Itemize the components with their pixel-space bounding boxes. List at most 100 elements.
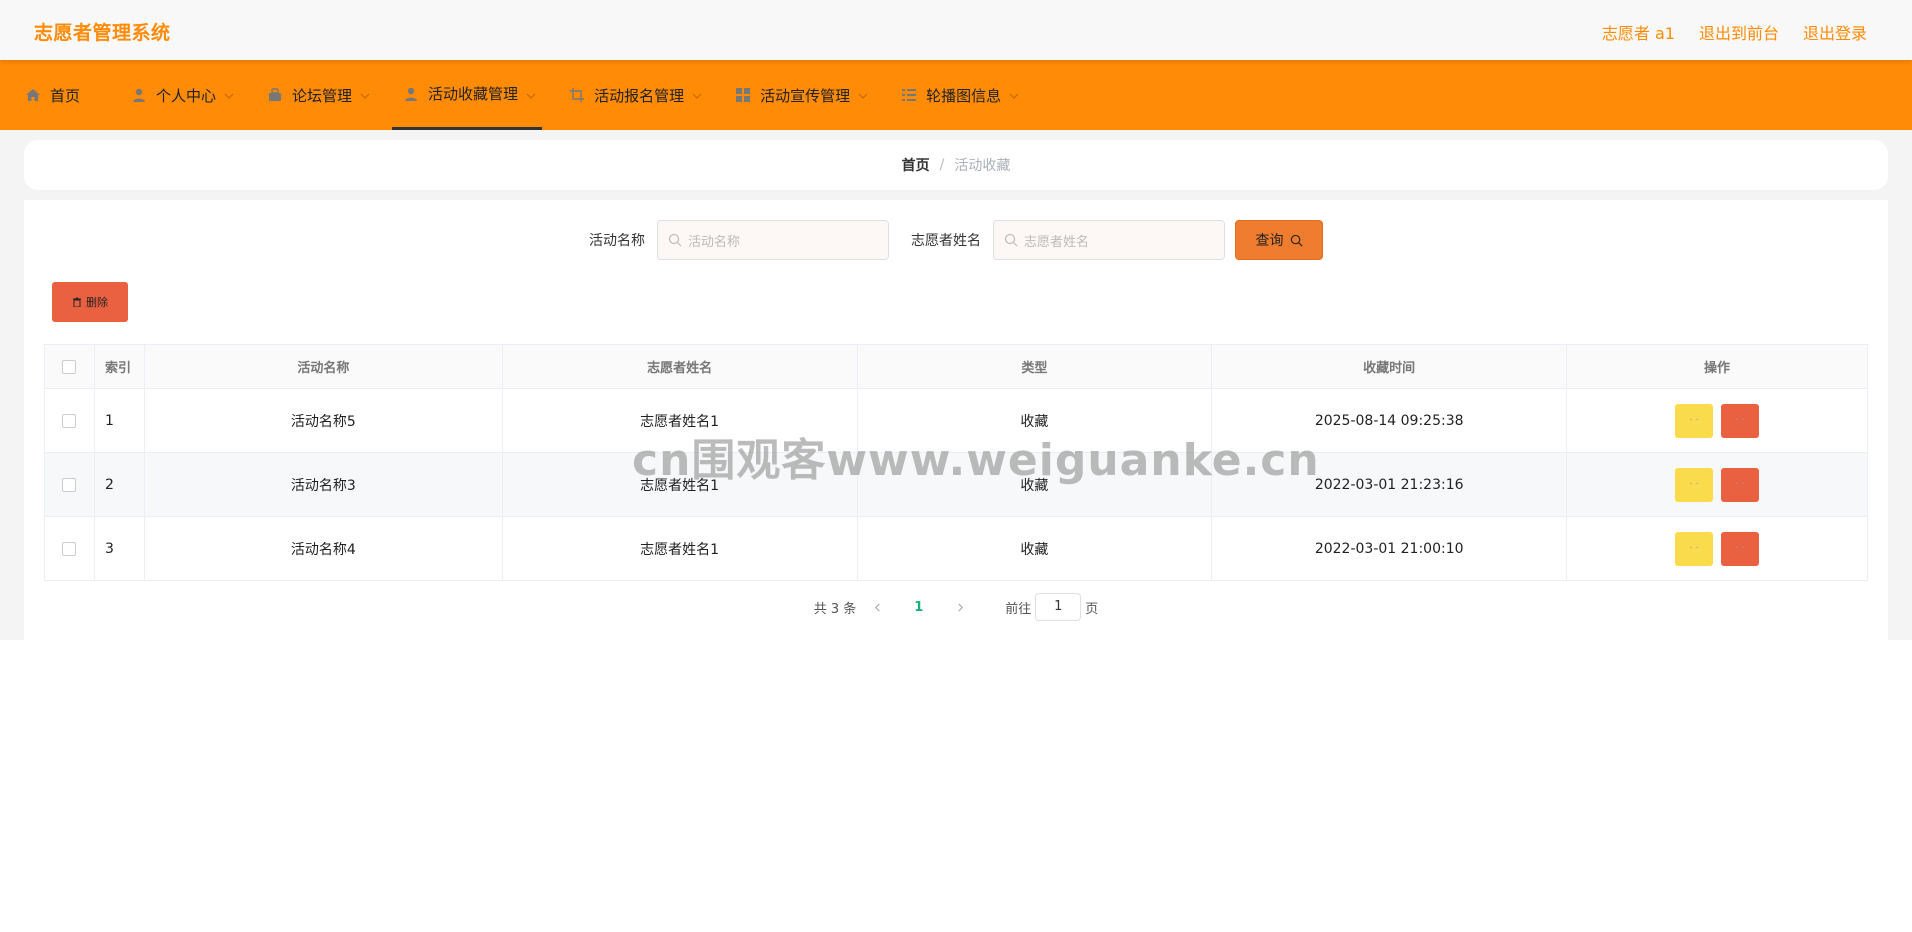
breadcrumb-current: 活动收藏 <box>954 158 1011 174</box>
goto-page: 前往 1 页 <box>1005 593 1098 621</box>
nav-item-label: 活动宣传管理 <box>760 86 851 105</box>
select-all-cell <box>44 344 95 389</box>
chevron-down-icon <box>224 87 236 99</box>
nav-item-label: 轮播图信息 <box>926 86 1002 105</box>
chevron-down-icon <box>1009 87 1021 99</box>
ops-cell: · · · · <box>1566 452 1868 517</box>
type-cell: 收藏 <box>857 388 1213 453</box>
query-button[interactable]: 查询 <box>1235 220 1323 260</box>
column-header: 类型 <box>857 344 1213 389</box>
chevron-right-icon[interactable] <box>953 600 967 614</box>
volunteer-name-cell: 志愿者姓名1 <box>502 388 858 453</box>
view-button[interactable]: · · <box>1675 467 1714 502</box>
app-title: 志愿者管理系统 <box>34 22 171 44</box>
delete-button[interactable]: · · <box>1721 403 1760 438</box>
nav-item-activity-signup[interactable]: 活动报名管理 <box>558 60 708 130</box>
delete-button[interactable]: · · <box>1721 531 1760 566</box>
time-cell: 2022-03-01 21:23:16 <box>1211 452 1568 517</box>
batch-delete-label: 删除 <box>86 296 108 309</box>
view-button[interactable]: · · <box>1675 531 1714 566</box>
activity-name-input[interactable]: 活动名称 <box>657 220 889 260</box>
activity-name-cell: 活动名称3 <box>144 452 503 517</box>
search-icon <box>1290 234 1302 246</box>
nav-item-activity-favorites[interactable]: 活动收藏管理 <box>392 60 543 130</box>
activity-name-cell: 活动名称5 <box>144 388 503 453</box>
batch-delete-button[interactable]: 删除 <box>52 282 128 322</box>
user-icon <box>130 86 148 104</box>
search-icon <box>1004 233 1018 247</box>
index-cell: 2 <box>94 452 145 517</box>
goto-page-input[interactable]: 1 <box>1035 593 1082 621</box>
grid-icon <box>734 86 752 104</box>
row-select-cell <box>44 388 95 453</box>
query-button-label: 查询 <box>1255 233 1284 249</box>
column-header: 操作 <box>1566 344 1868 389</box>
chevron-down-icon <box>692 87 704 99</box>
nav-item-home[interactable]: 首页 <box>14 60 104 130</box>
ops-cell: · · · · <box>1566 516 1868 581</box>
table-row: 3 活动名称4 志愿者姓名1 收藏 2022-03-01 21:00:10 · … <box>44 516 1868 581</box>
total-count: 共 3 条 <box>813 601 857 617</box>
nav-item-label: 活动报名管理 <box>594 86 685 105</box>
column-header: 索引 <box>94 344 145 389</box>
row-checkbox[interactable] <box>62 413 77 428</box>
forum-icon <box>266 86 284 104</box>
home-icon <box>24 86 42 104</box>
user-icon <box>402 85 420 103</box>
nav-item-label: 论坛管理 <box>292 86 353 105</box>
nav-item-label: 个人中心 <box>156 86 217 105</box>
row-checkbox[interactable] <box>62 541 77 556</box>
current-user[interactable]: 志愿者 a1 <box>1602 20 1675 44</box>
table-header-row: 索引 活动名称 志愿者姓名 类型 收藏时间 操作 <box>44 344 1868 389</box>
nav-item-label: 活动收藏管理 <box>428 85 519 103</box>
search-form: 活动名称 活动名称 志愿者姓名 志愿者姓名 查询 <box>24 220 1888 260</box>
trash-icon <box>73 297 81 307</box>
chevron-down-icon <box>858 87 870 99</box>
nav-item-activity-promo[interactable]: 活动宣传管理 <box>724 60 874 130</box>
breadcrumb-home[interactable]: 首页 <box>902 155 930 175</box>
time-cell: 2025-08-14 09:25:38 <box>1211 388 1568 453</box>
chevron-down-icon <box>360 87 372 99</box>
view-button[interactable]: · · <box>1675 403 1714 438</box>
type-cell: 收藏 <box>857 516 1213 581</box>
list-icon <box>900 86 918 104</box>
chevron-down-icon <box>526 87 538 99</box>
nav-item-carousel[interactable]: 轮播图信息 <box>890 60 1025 130</box>
column-header: 收藏时间 <box>1211 344 1568 389</box>
activity-name-cell: 活动名称4 <box>144 516 503 581</box>
breadcrumb-separator: / <box>939 157 945 173</box>
breadcrumb: 首页 / 活动收藏 <box>24 140 1888 190</box>
favorites-table: 索引 活动名称 志愿者姓名 类型 收藏时间 操作 1 活动名称5 志愿者姓名1 … <box>44 344 1868 581</box>
logout-link[interactable]: 退出登录 <box>1803 20 1867 44</box>
row-select-cell <box>44 516 95 581</box>
index-cell: 1 <box>94 388 145 453</box>
exit-to-front-link[interactable]: 退出到前台 <box>1699 20 1779 44</box>
table-row: 1 活动名称5 志愿者姓名1 收藏 2025-08-14 09:25:38 · … <box>44 388 1868 453</box>
time-cell: 2022-03-01 21:00:10 <box>1211 516 1568 581</box>
select-all-checkbox[interactable] <box>62 359 77 374</box>
volunteer-name-cell: 志愿者姓名1 <box>502 516 858 581</box>
ops-cell: · · · · <box>1566 388 1868 453</box>
page-number-current[interactable]: 1 <box>898 600 939 615</box>
volunteer-name-cell: 志愿者姓名1 <box>502 452 858 517</box>
volunteer-name-input[interactable]: 志愿者姓名 <box>993 220 1225 260</box>
activity-name-placeholder: 活动名称 <box>688 234 741 250</box>
search-icon <box>668 233 682 247</box>
delete-button[interactable]: · · <box>1721 467 1760 502</box>
page-suffix: 页 <box>1085 601 1099 617</box>
activity-name-label: 活动名称 <box>589 233 645 249</box>
header-links: 志愿者 a1 退出到前台 退出登录 <box>1602 20 1867 44</box>
index-cell: 3 <box>94 516 145 581</box>
volunteer-name-placeholder: 志愿者姓名 <box>1024 234 1090 250</box>
chevron-left-icon[interactable] <box>870 600 884 614</box>
nav-item-profile[interactable]: 个人中心 <box>120 60 240 130</box>
row-checkbox[interactable] <box>62 477 77 492</box>
column-header: 活动名称 <box>144 344 503 389</box>
nav-item-label: 首页 <box>50 86 81 105</box>
goto-label: 前往 <box>1005 601 1032 617</box>
row-select-cell <box>44 452 95 517</box>
nav-item-forum[interactable]: 论坛管理 <box>256 60 376 130</box>
main-nav: 首页 个人中心 论坛管理 活动收藏管理 活动报名管理 活动宣传管理 轮播图信息 <box>0 60 1912 130</box>
type-cell: 收藏 <box>857 452 1213 517</box>
column-header: 志愿者姓名 <box>502 344 858 389</box>
